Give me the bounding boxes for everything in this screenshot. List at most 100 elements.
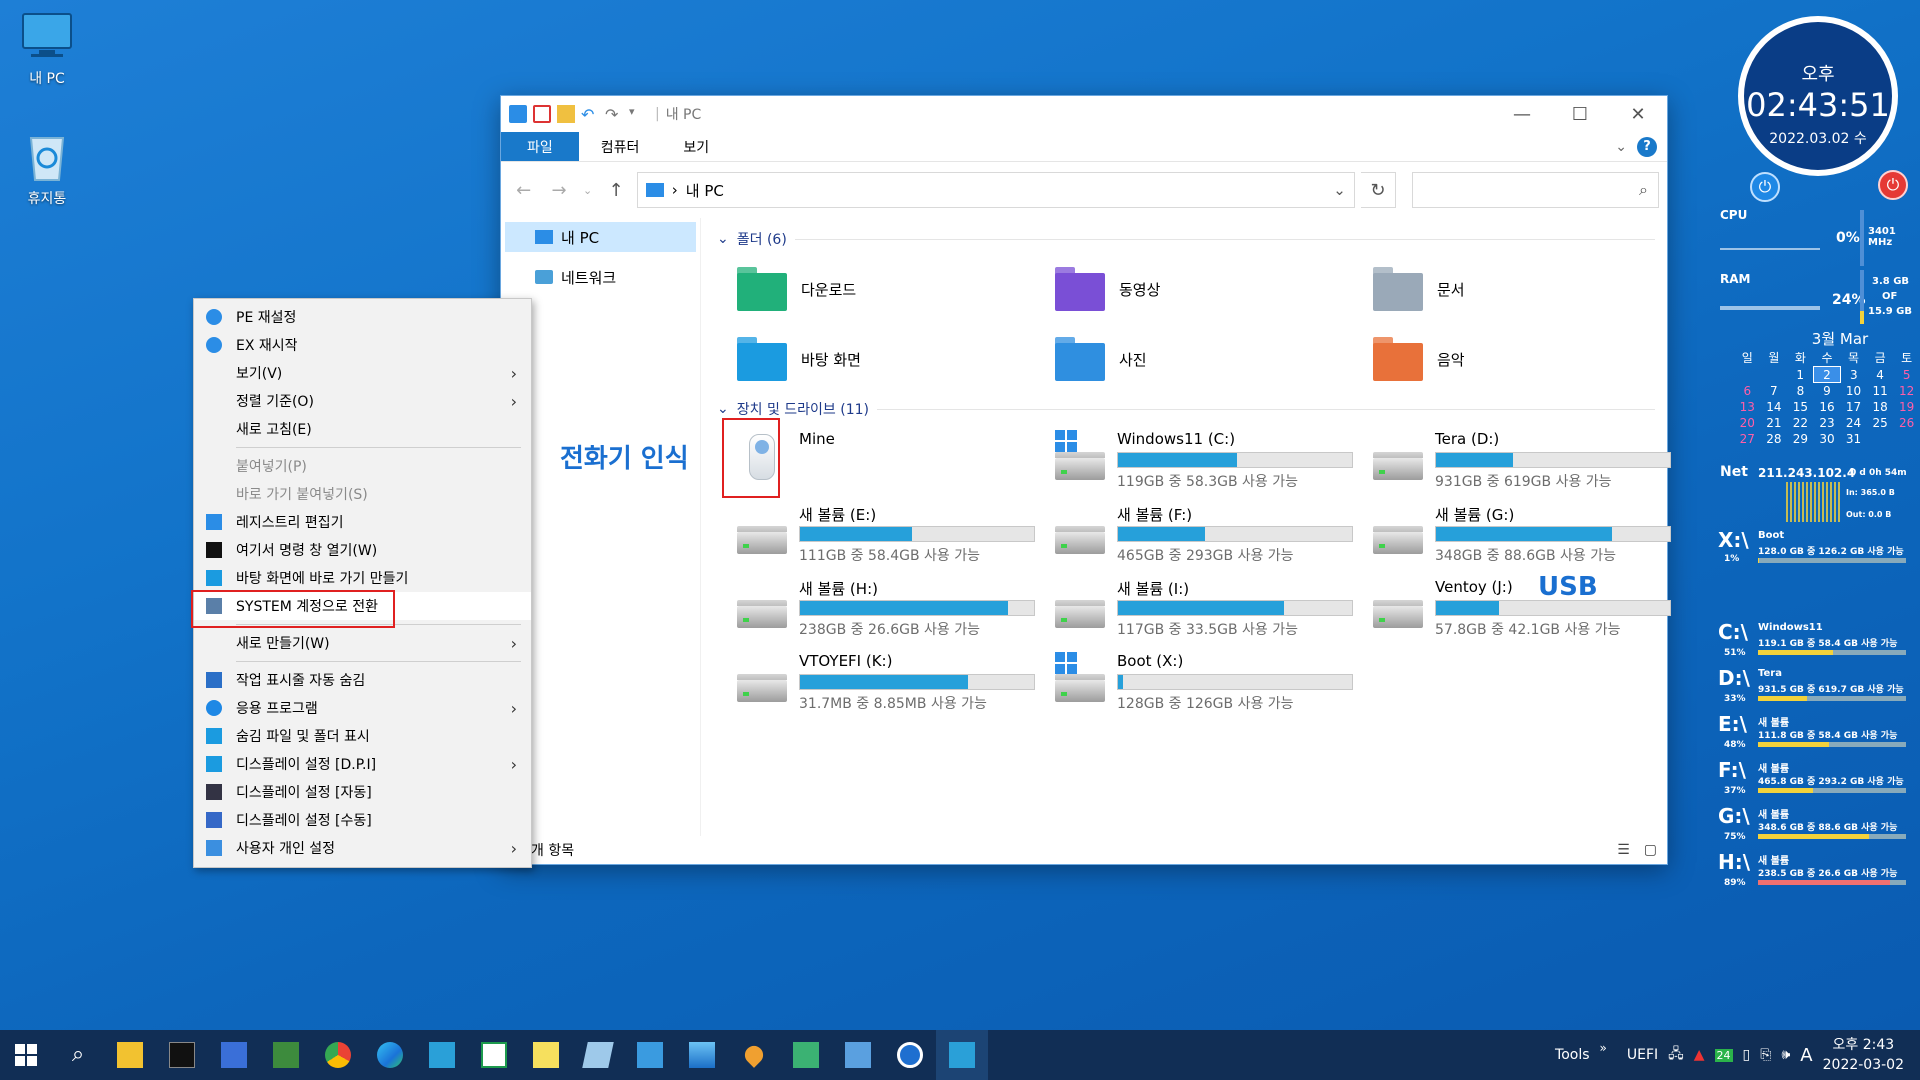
taskbar-cmd[interactable] — [156, 1030, 208, 1080]
taskbar-save[interactable] — [208, 1030, 260, 1080]
menu-item[interactable]: 바탕 화면에 바로 가기 만들기 — [194, 564, 531, 592]
calendar-day[interactable]: 1 — [1787, 367, 1814, 383]
calendar-day[interactable]: 3 — [1840, 367, 1867, 383]
calendar-day[interactable]: 28 — [1761, 431, 1788, 447]
calendar-day[interactable]: 16 — [1814, 399, 1841, 415]
calendar-day[interactable]: 27 — [1734, 431, 1761, 447]
calendar-day[interactable]: 8 — [1787, 383, 1814, 399]
calendar-day[interactable]: 15 — [1787, 399, 1814, 415]
close-button[interactable]: ✕ — [1609, 96, 1667, 132]
tools-toolbar[interactable]: Tools — [1555, 1047, 1590, 1063]
taskbar-chrome[interactable] — [312, 1030, 364, 1080]
drive-item[interactable]: Tera (D:) 931GB 중 619GB 사용 가능 — [1371, 430, 1689, 492]
calendar-day[interactable]: 23 — [1814, 415, 1841, 431]
drive-item[interactable]: 새 볼륨 (H:) 238GB 중 26.6GB 사용 가능 — [735, 578, 1053, 640]
nav-item-this-pc[interactable]: 내 PC — [505, 222, 696, 252]
help-icon[interactable]: ? — [1637, 136, 1657, 157]
search-input[interactable]: ⌕ — [1412, 172, 1659, 208]
tab-file[interactable]: 파일 — [501, 132, 579, 161]
taskbar-file-explorer[interactable] — [104, 1030, 156, 1080]
menu-item[interactable]: 레지스트리 편집기 — [194, 508, 531, 536]
menu-item[interactable]: 숨김 파일 및 폴더 표시 — [194, 722, 531, 750]
calendar-day[interactable]: 30 — [1814, 431, 1841, 447]
desktop-icon-recycle-bin[interactable]: 휴지통 — [7, 130, 87, 208]
details-view-icon[interactable]: ☰ — [1617, 842, 1630, 858]
calendar-day[interactable]: 21 — [1761, 415, 1788, 431]
calendar-day[interactable] — [1893, 431, 1920, 447]
taskbar-spreadsheet[interactable] — [468, 1030, 520, 1080]
menu-item[interactable]: 여기서 명령 창 열기(W) — [194, 536, 531, 564]
drives-group-header[interactable]: ⌄ 장치 및 드라이브 (11) — [717, 398, 1661, 420]
calendar-day[interactable]: 19 — [1893, 399, 1920, 415]
folder-item[interactable]: 음악 — [1371, 330, 1689, 388]
folder-item[interactable]: 사진 — [1053, 330, 1371, 388]
calendar-day[interactable]: 12 — [1893, 383, 1920, 399]
taskbar-tools[interactable] — [832, 1030, 884, 1080]
taskbar-hardware[interactable] — [260, 1030, 312, 1080]
power-red-icon[interactable]: ⏻ — [1878, 170, 1908, 200]
taskbar-monitor[interactable] — [416, 1030, 468, 1080]
start-button[interactable] — [0, 1030, 52, 1080]
menu-item[interactable]: 응용 프로그램 › — [194, 694, 531, 722]
large-icons-view-icon[interactable]: ▢ — [1644, 842, 1657, 858]
menu-item[interactable]: 보기(V) › — [194, 359, 531, 387]
calendar-day[interactable]: 5 — [1893, 367, 1920, 383]
calendar-day[interactable]: 18 — [1867, 399, 1894, 415]
taskbar-photos[interactable] — [676, 1030, 728, 1080]
folder-item[interactable]: 문서 — [1371, 260, 1689, 318]
menu-item[interactable]: 붙여넣기(P) — [194, 452, 531, 480]
calendar-day[interactable]: 31 — [1840, 431, 1867, 447]
taskbar-notes[interactable] — [520, 1030, 572, 1080]
battery-icon[interactable]: ▯ — [1743, 1047, 1751, 1063]
desktop-icon-this-pc[interactable]: 내 PC — [7, 10, 87, 88]
new-folder-icon[interactable] — [557, 105, 575, 123]
red-tool-icon[interactable]: ▲ — [1694, 1047, 1705, 1063]
calendar-day[interactable]: 24 — [1840, 415, 1867, 431]
volume-icon[interactable]: 🕪 — [1781, 1047, 1790, 1063]
chevron-right-icon[interactable]: › — [672, 181, 678, 199]
calendar-day[interactable]: 10 — [1840, 383, 1867, 399]
drive-item[interactable]: 새 볼륨 (I:) 117GB 중 33.5GB 사용 가능 — [1053, 578, 1371, 640]
calendar-day[interactable] — [1867, 431, 1894, 447]
calendar-day[interactable]: 2 — [1813, 366, 1841, 383]
drive-item[interactable]: VTOYEFI (K:) 31.7MB 중 8.85MB 사용 가능 — [735, 652, 1053, 714]
calendar-day[interactable]: 20 — [1734, 415, 1761, 431]
calendar-day[interactable]: 13 — [1734, 399, 1761, 415]
refresh-button[interactable]: ↻ — [1360, 172, 1397, 208]
calendar-day[interactable]: 14 — [1761, 399, 1788, 415]
menu-item[interactable]: 디스플레이 설정 [자동] — [194, 778, 531, 806]
taskbar-power[interactable] — [884, 1030, 936, 1080]
taskbar-eraser[interactable] — [572, 1030, 624, 1080]
folder-item[interactable]: 다운로드 — [735, 260, 1053, 318]
calendar-day[interactable]: 17 — [1840, 399, 1867, 415]
calendar-day[interactable] — [1734, 367, 1761, 383]
menu-item[interactable]: 바로 가기 붙여넣기(S) — [194, 480, 531, 508]
drive-item[interactable]: Windows11 (C:) 119GB 중 58.3GB 사용 가능 — [1053, 430, 1371, 492]
taskbar-search[interactable]: ⌕ — [52, 1030, 104, 1080]
taskbar-network[interactable] — [780, 1030, 832, 1080]
folder-item[interactable]: 동영상 — [1053, 260, 1371, 318]
usb-icon[interactable]: ⎘ — [1760, 1047, 1771, 1063]
folder-item[interactable]: 바탕 화면 — [735, 330, 1053, 388]
calendar-day[interactable] — [1761, 367, 1788, 383]
chevron-down-icon[interactable]: ⌄ — [1615, 139, 1627, 155]
taskbar-desktop[interactable] — [936, 1030, 988, 1080]
back-button[interactable]: ← — [509, 180, 538, 201]
network-tray-icon[interactable]: 🖧 — [1668, 1043, 1684, 1067]
calendar-day[interactable]: 26 — [1893, 415, 1920, 431]
menu-item[interactable]: 작업 표시줄 자동 숨김 — [194, 666, 531, 694]
recent-locations-button[interactable]: ⌄ — [580, 184, 596, 197]
taskbar-mail[interactable] — [624, 1030, 676, 1080]
tab-view[interactable]: 보기 — [661, 132, 731, 161]
chevron-down-icon[interactable]: ▾ — [629, 105, 647, 123]
drive-item[interactable]: 새 볼륨 (G:) 348GB 중 88.6GB 사용 가능 — [1371, 504, 1689, 566]
redo-icon[interactable]: ↷ — [605, 105, 623, 124]
tray-badge[interactable]: 24 — [1714, 1048, 1733, 1062]
folders-group-header[interactable]: ⌄ 폴더 (6) — [717, 228, 1661, 250]
calendar-day[interactable]: 6 — [1734, 383, 1761, 399]
menu-item[interactable]: 사용자 개인 설정 › — [194, 834, 531, 862]
drive-item[interactable]: 새 볼륨 (F:) 465GB 중 293GB 사용 가능 — [1053, 504, 1371, 566]
chevron-double-right-icon[interactable]: » — [1600, 1041, 1607, 1055]
drive-item[interactable]: 새 볼륨 (E:) 111GB 중 58.4GB 사용 가능 — [735, 504, 1053, 566]
drive-item[interactable]: Mine — [735, 430, 1053, 492]
